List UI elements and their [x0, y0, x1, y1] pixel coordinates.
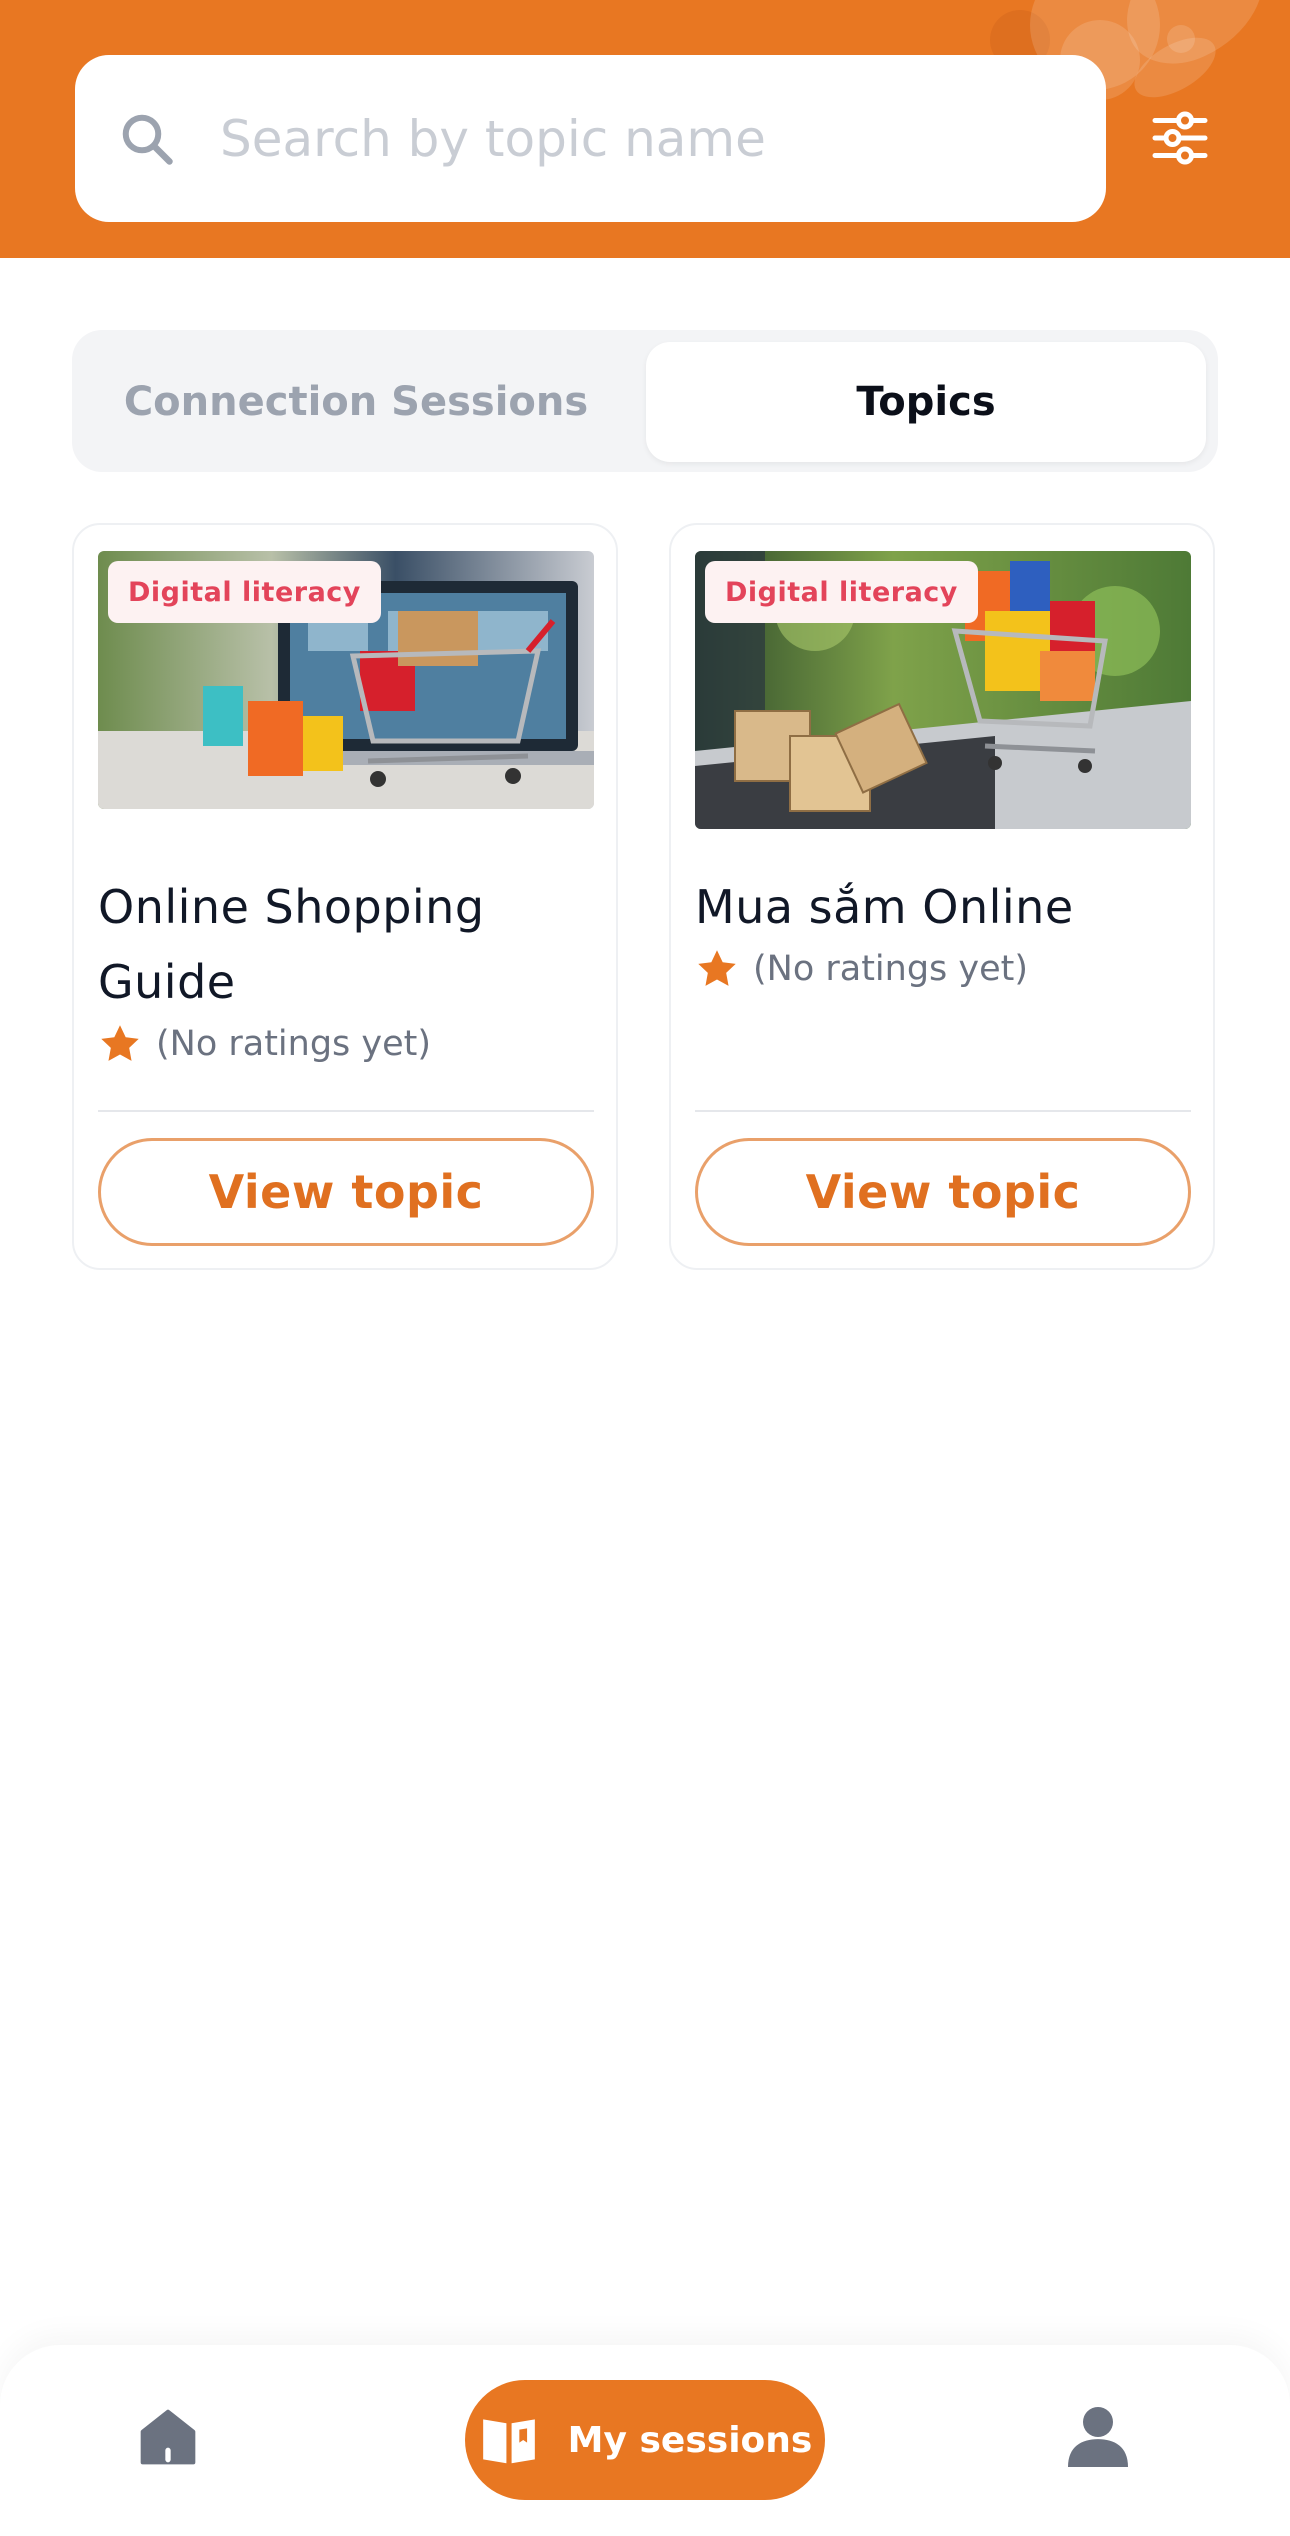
user-icon[interactable]	[1068, 2403, 1128, 2471]
nav-my-sessions[interactable]: My sessions	[465, 2380, 825, 2500]
topic-title: Online Shopping Guide	[98, 880, 485, 1009]
tab-connection-sessions[interactable]: Connection Sessions	[84, 342, 628, 462]
bottom-nav: My sessions	[0, 2345, 1290, 2536]
home-icon[interactable]	[136, 2405, 200, 2469]
topic-card[interactable]: Digital literacy Mua sắm Online (No rati…	[669, 523, 1215, 1270]
view-topic-button[interactable]: View topic	[98, 1138, 594, 1246]
category-badge: Digital literacy	[108, 561, 381, 623]
tab-topics[interactable]: Topics	[646, 342, 1206, 462]
search-box[interactable]	[75, 55, 1106, 222]
topic-card[interactable]: Digital literacy Online Shopping Guide (…	[72, 523, 618, 1270]
search-icon	[122, 114, 173, 165]
rating-row: (No ratings yet)	[98, 1022, 431, 1066]
star-icon	[101, 1025, 139, 1061]
rating-row: (No ratings yet)	[695, 947, 1028, 991]
view-topic-button[interactable]: View topic	[695, 1138, 1191, 1246]
book-open-icon	[482, 2419, 535, 2464]
nav-my-sessions-label: My sessions	[567, 2419, 813, 2461]
star-icon	[698, 950, 736, 986]
topic-title: Mua sắm Online	[695, 880, 1074, 934]
category-badge: Digital literacy	[705, 561, 978, 623]
segmented-tabs: Connection Sessions Topics	[72, 330, 1218, 472]
divider	[695, 1110, 1191, 1112]
search-input[interactable]	[220, 95, 1070, 183]
header-decoration	[1167, 25, 1195, 53]
rating-text: (No ratings yet)	[156, 1024, 432, 1064]
sliders-icon[interactable]	[1150, 108, 1210, 168]
rating-text: (No ratings yet)	[753, 949, 1029, 989]
header-bar	[0, 0, 1290, 258]
divider	[98, 1110, 594, 1112]
